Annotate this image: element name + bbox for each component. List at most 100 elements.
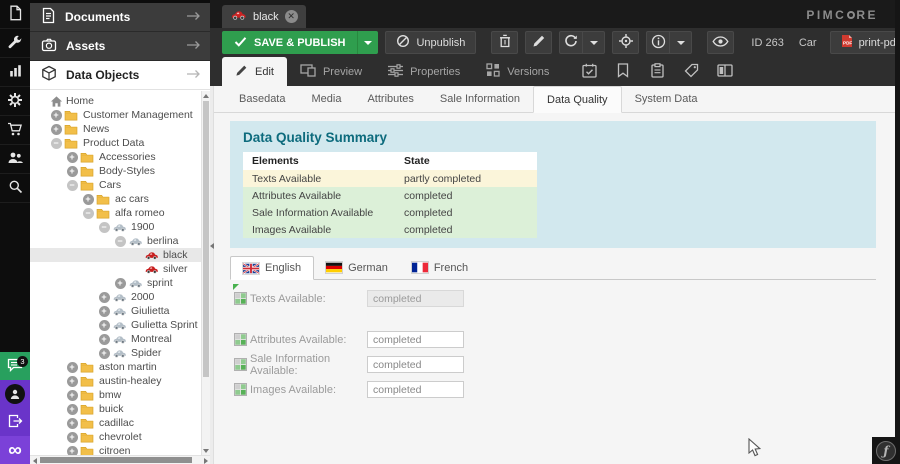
rail-customers-button[interactable] bbox=[0, 145, 30, 174]
tree-vertical-scrollbar[interactable] bbox=[201, 91, 210, 455]
script-badge[interactable]: ƒ bbox=[876, 441, 896, 461]
tree-collapse-toggle[interactable]: − bbox=[67, 180, 78, 191]
tree-collapse-toggle[interactable]: − bbox=[83, 208, 94, 219]
print-pdf-button[interactable]: PDF print-pdf bbox=[830, 31, 900, 54]
tree-item-accessories[interactable]: +Accessories bbox=[30, 150, 201, 164]
tab-basedata[interactable]: Basedata bbox=[226, 86, 298, 112]
tree-item-bmw[interactable]: +bmw bbox=[30, 388, 201, 402]
tree-expand-toggle[interactable]: + bbox=[99, 292, 110, 303]
tree-item-body-styles[interactable]: +Body-Styles bbox=[30, 164, 201, 178]
scroll-right-arrow[interactable] bbox=[201, 456, 210, 464]
tree-item-citroen[interactable]: +citroen bbox=[30, 444, 201, 455]
tree-expand-toggle[interactable]: + bbox=[67, 432, 78, 443]
collapse-arrow-icon[interactable] bbox=[210, 243, 214, 249]
language-tab-german[interactable]: German bbox=[314, 256, 400, 279]
tree-expand-toggle[interactable]: + bbox=[67, 152, 78, 163]
translate-button[interactable] bbox=[708, 57, 742, 86]
tree-expand-toggle[interactable]: + bbox=[99, 348, 110, 359]
tab-versions[interactable]: Versions bbox=[473, 57, 562, 86]
tree-item-giulietta[interactable]: +Giulietta bbox=[30, 304, 201, 318]
field-input-sale-information-available[interactable] bbox=[367, 356, 464, 373]
scroll-left-arrow[interactable] bbox=[30, 456, 39, 464]
rail-ecommerce-button[interactable] bbox=[0, 116, 30, 145]
info-button[interactable] bbox=[647, 32, 669, 53]
info-dropdown-button[interactable] bbox=[669, 32, 692, 53]
tree-item-1900[interactable]: −1900 bbox=[30, 220, 201, 234]
tree-expand-toggle[interactable]: + bbox=[83, 194, 94, 205]
field-input-attributes-available[interactable] bbox=[367, 331, 464, 348]
scroll-up-arrow[interactable] bbox=[202, 91, 210, 100]
tree-collapse-toggle[interactable]: − bbox=[115, 236, 126, 247]
tree-item-home[interactable]: Home bbox=[30, 94, 201, 108]
tree-expand-toggle[interactable]: + bbox=[67, 376, 78, 387]
tree-item-black[interactable]: black bbox=[30, 248, 201, 262]
reload-dropdown-button[interactable] bbox=[582, 32, 605, 53]
rail-reports-button[interactable] bbox=[0, 58, 30, 87]
tags-button[interactable] bbox=[674, 57, 708, 86]
tree-item-austin-healey[interactable]: +austin-healey bbox=[30, 374, 201, 388]
tree-item-product-data[interactable]: −Product Data bbox=[30, 136, 201, 150]
tree-expand-toggle[interactable]: + bbox=[67, 418, 78, 429]
preview-eye-button[interactable] bbox=[707, 31, 734, 54]
tree-item-cadillac[interactable]: +cadillac bbox=[30, 416, 201, 430]
language-tab-french[interactable]: French bbox=[400, 256, 480, 279]
rail-pimcore-logo-button[interactable]: ∞ bbox=[0, 436, 30, 464]
tree-item-2000[interactable]: +2000 bbox=[30, 290, 201, 304]
tree-item-news[interactable]: +News bbox=[30, 122, 201, 136]
panel-splitter[interactable] bbox=[210, 86, 214, 464]
tree-item-sprint[interactable]: +sprint bbox=[30, 276, 201, 290]
tree-item-aston-martin[interactable]: +aston martin bbox=[30, 360, 201, 374]
locate-in-tree-button[interactable] bbox=[612, 31, 639, 54]
field-input-images-available[interactable] bbox=[367, 381, 464, 398]
tree-item-spider[interactable]: +Spider bbox=[30, 346, 201, 360]
tree-expand-toggle[interactable]: + bbox=[99, 334, 110, 345]
tree-item-customer-management[interactable]: +Customer Management bbox=[30, 108, 201, 122]
rail-tools-button[interactable] bbox=[0, 29, 30, 58]
tree-expand-toggle[interactable]: + bbox=[99, 320, 110, 331]
rail-logout-button[interactable] bbox=[0, 408, 30, 436]
rail-search-button[interactable] bbox=[0, 174, 30, 203]
delete-button[interactable] bbox=[491, 31, 518, 54]
tree-expand-toggle[interactable]: + bbox=[51, 124, 62, 135]
scroll-down-arrow[interactable] bbox=[202, 446, 210, 455]
tab-system-data[interactable]: System Data bbox=[622, 86, 711, 112]
tree-expand-toggle[interactable]: + bbox=[67, 166, 78, 177]
tab-sale-information[interactable]: Sale Information bbox=[427, 86, 533, 112]
panel-header-documents[interactable]: Documents bbox=[30, 3, 210, 32]
rename-button[interactable] bbox=[525, 31, 552, 54]
bookmark-button[interactable] bbox=[606, 57, 640, 86]
tree-expand-toggle[interactable]: + bbox=[67, 390, 78, 401]
tree-collapse-toggle[interactable]: − bbox=[99, 222, 110, 233]
tree-item-berlina[interactable]: −berlina bbox=[30, 234, 201, 248]
unpublish-button[interactable]: Unpublish bbox=[385, 31, 476, 54]
tab-edit[interactable]: Edit bbox=[222, 57, 287, 86]
tree-item-gulietta-sprint-specia[interactable]: +Gulietta Sprint Specia bbox=[30, 318, 201, 332]
object-tab-black[interactable]: black ✕ bbox=[222, 5, 306, 28]
tree-expand-toggle[interactable]: + bbox=[67, 446, 78, 456]
notes-button[interactable] bbox=[640, 57, 674, 86]
tree-expand-toggle[interactable]: + bbox=[67, 404, 78, 415]
language-tab-english[interactable]: English bbox=[230, 256, 314, 280]
tree-expand-toggle[interactable]: + bbox=[67, 362, 78, 373]
tree-expand-toggle[interactable]: + bbox=[51, 110, 62, 121]
save-publish-button[interactable]: SAVE & PUBLISH bbox=[222, 31, 378, 54]
reload-button[interactable] bbox=[560, 32, 582, 53]
scroll-thumb[interactable] bbox=[40, 457, 192, 463]
rail-file-button[interactable] bbox=[0, 0, 30, 29]
tree-item-ac-cars[interactable]: +ac cars bbox=[30, 192, 201, 206]
tab-preview[interactable]: Preview bbox=[287, 57, 375, 86]
tree-collapse-toggle[interactable]: − bbox=[51, 138, 62, 149]
tab-data-quality[interactable]: Data Quality bbox=[533, 86, 622, 113]
rail-settings-button[interactable] bbox=[0, 87, 30, 116]
tree-horizontal-scrollbar[interactable] bbox=[30, 455, 210, 464]
panel-header-data-objects[interactable]: Data Objects bbox=[30, 61, 210, 90]
panel-header-assets[interactable]: Assets bbox=[30, 32, 210, 61]
tab-attributes[interactable]: Attributes bbox=[354, 86, 426, 112]
tree-expand-toggle[interactable]: + bbox=[99, 306, 110, 317]
save-dropdown-button[interactable] bbox=[357, 31, 378, 54]
scroll-thumb[interactable] bbox=[203, 101, 209, 377]
tree-item-silver[interactable]: silver bbox=[30, 262, 201, 276]
tab-media[interactable]: Media bbox=[298, 86, 354, 112]
tree-item-cars[interactable]: −Cars bbox=[30, 178, 201, 192]
tree-item-alfa-romeo[interactable]: −alfa romeo bbox=[30, 206, 201, 220]
